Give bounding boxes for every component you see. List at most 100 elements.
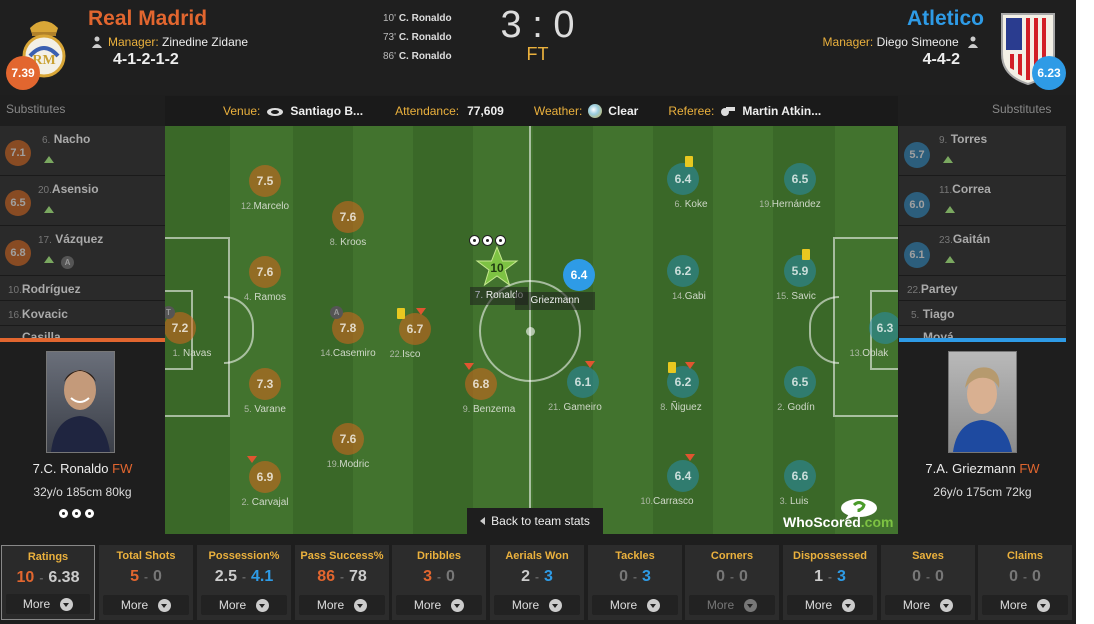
chevron-down-icon: [744, 598, 758, 612]
home-sub-row[interactable]: Casilla: [0, 326, 165, 338]
manager-icon: [968, 36, 978, 48]
attendance-value: 77,609: [467, 104, 504, 118]
more-button[interactable]: More: [885, 595, 971, 615]
back-to-team-stats-button[interactable]: Back to team stats: [467, 508, 603, 534]
sub-in-arrow-icon: [945, 206, 955, 213]
home-team-rating-badge: 7.39: [6, 56, 40, 90]
more-button[interactable]: More: [592, 595, 678, 615]
sub-in-arrow-icon: [44, 206, 54, 213]
more-button[interactable]: More: [982, 595, 1068, 615]
whoscored-logo[interactable]: WhoScored.com: [781, 498, 895, 532]
pitch: 7.5 12.Marcelo 7.6 8. Kroos 7.6 4. Ramos 7.…: [165, 126, 898, 534]
away-team-name[interactable]: Atletico: [907, 7, 984, 31]
chevron-down-icon: [549, 598, 563, 612]
stat-tackles[interactable]: Tackles 0-3 More: [588, 545, 682, 620]
stadium-icon: [266, 106, 284, 116]
more-button[interactable]: More: [299, 595, 385, 615]
more-button[interactable]: More: [494, 595, 580, 615]
sub-out-arrow-icon: [464, 363, 474, 370]
home-sub-row[interactable]: 16.Kovacic: [0, 301, 165, 326]
stat-aerials-won[interactable]: Aerials Won 2-3 More: [490, 545, 584, 620]
home-player-info: 32y/o 185cm 80kg: [33, 485, 132, 499]
player-photo: [46, 351, 115, 453]
away-sub-row[interactable]: 22.Partey: [899, 276, 1066, 301]
yellow-card-icon: [802, 249, 810, 260]
more-button[interactable]: More: [201, 595, 287, 615]
home-sub-row[interactable]: 10.Rodríguez: [0, 276, 165, 301]
goals-icons: [469, 233, 529, 251]
home-team-name[interactable]: Real Madrid: [88, 7, 207, 31]
ball-icon: [495, 235, 506, 246]
ball-icon: [58, 508, 69, 519]
whistle-icon: [720, 105, 736, 117]
away-sub-row[interactable]: 6.0 11.Correa: [899, 176, 1066, 226]
sub-out-arrow-icon: [247, 456, 257, 463]
away-sub-row[interactable]: 5. Tiago: [899, 301, 1066, 326]
yellow-card-icon: [397, 308, 405, 319]
chevron-down-icon: [842, 598, 856, 612]
home-substitutes-title: Substitutes: [6, 102, 66, 116]
chevron-down-icon: [940, 598, 954, 612]
yellow-card-icon: [668, 362, 676, 373]
weather-value: Clear: [608, 104, 639, 118]
chevron-down-icon: [1037, 598, 1051, 612]
stat-pass-success[interactable]: Pass Success% 86-78 More: [295, 545, 389, 620]
ball-icon: [84, 508, 95, 519]
stat-claims[interactable]: Claims 0-0 More: [978, 545, 1072, 620]
away-substitutes-list: 5.7 9. Torres 6.0 11.Correa 6.1 23.Gaitá…: [899, 126, 1066, 338]
sub-in-arrow-icon: [44, 156, 54, 163]
more-button: More: [689, 595, 775, 615]
weather-clear-icon: [588, 104, 603, 118]
center-spot: [526, 327, 535, 336]
home-sub-row[interactable]: 6.8 17. Vázquez A: [0, 226, 165, 276]
home-player-card: 7.C. Ronaldo FW 32y/o 185cm 80kg: [0, 342, 165, 534]
home-sub-row[interactable]: 7.1 6. Nacho: [0, 126, 165, 176]
match-status: FT: [526, 44, 549, 64]
ball-icon: [469, 235, 480, 246]
stat-dribbles[interactable]: Dribbles 3-0 More: [392, 545, 486, 620]
sub-out-arrow-icon: [685, 362, 695, 369]
sub-out-arrow-icon: [585, 361, 595, 368]
home-manager: Manager: Zinedine Zidane: [92, 35, 248, 49]
stat-dispossessed[interactable]: Dispossessed 1-3 More: [783, 545, 877, 620]
goal-event-2: 73' C. Ronaldo: [383, 32, 452, 43]
attendance-label: Attendance:: [395, 104, 460, 118]
ball-icon: [71, 508, 82, 519]
chevron-left-icon: [480, 517, 486, 525]
away-formation: 4-4-2: [922, 51, 960, 68]
more-button[interactable]: More: [6, 594, 90, 614]
stat-corners[interactable]: Corners 0-0 More: [685, 545, 779, 620]
stat-ratings[interactable]: Ratings 10-6.38 More: [1, 545, 95, 620]
stat-saves[interactable]: Saves 0-0 More: [881, 545, 975, 620]
sub-out-arrow-icon: [685, 454, 695, 461]
sub-out-arrow-icon: [416, 308, 426, 315]
away-substitutes-title: Substitutes: [992, 102, 1052, 116]
assist-icon: A: [330, 306, 343, 319]
away-manager: Manager: Diego Simeone: [823, 35, 978, 49]
away-sub-row[interactable]: 5.7 9. Torres: [899, 126, 1066, 176]
home-formation: 4-1-2-1-2: [113, 51, 179, 68]
away-player-name: 7.A. Griezmann FW: [925, 461, 1040, 476]
home-substitutes-list: 7.1 6. Nacho 6.5 20.Asensio 6.8 17. Vázq…: [0, 126, 165, 338]
match-header: RM 7.39 Real Madrid Manager: Zinedine Zi…: [0, 0, 1076, 95]
home-sub-row[interactable]: 6.5 20.Asensio: [0, 176, 165, 226]
goal-event-3: 86' C. Ronaldo: [383, 51, 452, 62]
chevron-down-icon: [256, 598, 270, 612]
away-sub-row[interactable]: Moyá: [899, 326, 1066, 338]
stat-possession[interactable]: Possession% 2.5-4.1 More: [197, 545, 291, 620]
more-button[interactable]: More: [787, 595, 873, 615]
venue-label: Venue:: [223, 104, 261, 118]
goal-event-1: 10' C. Ronaldo: [383, 13, 452, 24]
chevron-down-icon: [158, 598, 172, 612]
away-player-card: 7.A. Griezmann FW 26y/o 175cm 72kg: [899, 342, 1066, 534]
goals-icons: [58, 506, 97, 524]
stat-total-shots[interactable]: Total Shots 5-0 More: [99, 545, 193, 620]
assist-icon: A: [61, 256, 74, 269]
away-sub-row[interactable]: 6.1 23.Gaitán: [899, 226, 1066, 276]
ball-icon: [482, 235, 493, 246]
more-button[interactable]: More: [396, 595, 482, 615]
chevron-down-icon: [354, 598, 368, 612]
sub-in-arrow-icon: [945, 256, 955, 263]
more-button[interactable]: More: [103, 595, 189, 615]
chevron-down-icon: [451, 598, 465, 612]
